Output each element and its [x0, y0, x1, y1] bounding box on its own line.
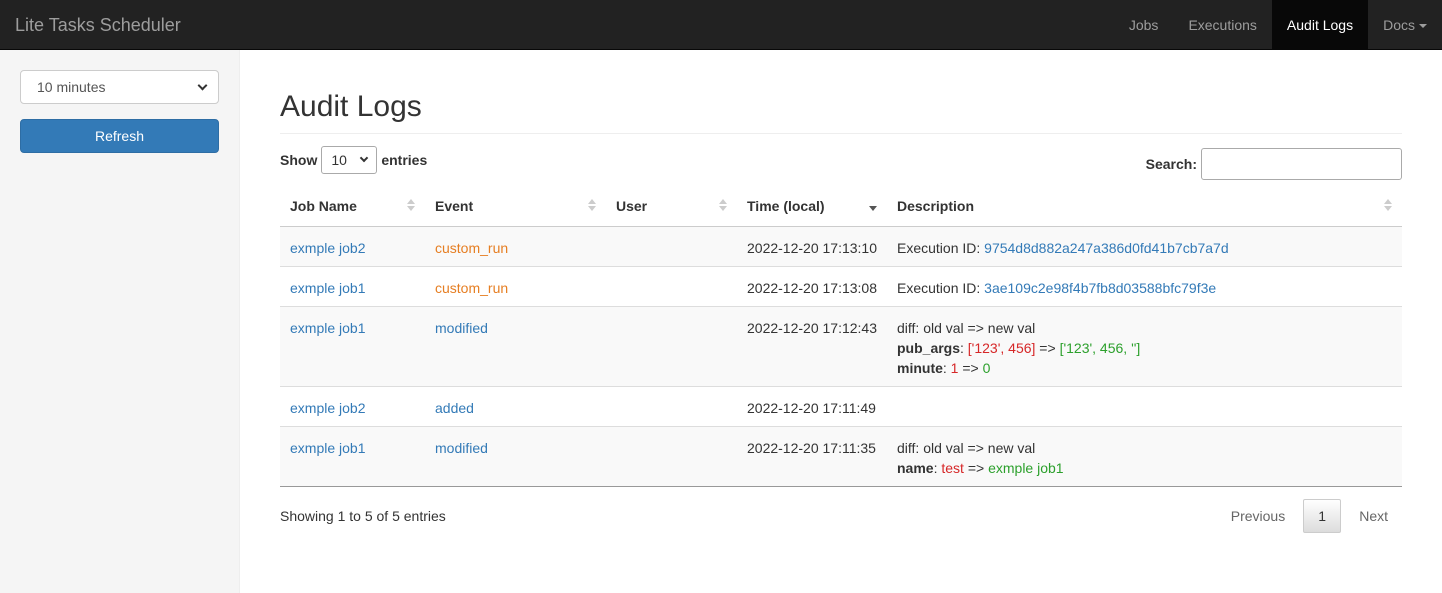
column-header-description[interactable]: Description: [887, 186, 1402, 227]
page-length-select[interactable]: 10: [321, 146, 378, 174]
table-row: exmple job1 modified 2022-12-20 17:11:35…: [280, 425, 1402, 487]
column-label: Event: [435, 197, 474, 214]
user-cell: [606, 425, 737, 487]
column-header-event[interactable]: Event: [425, 186, 606, 227]
description-cell: Execution ID: 9754d8d882a247a386d0fd41b7…: [887, 226, 1402, 266]
sort-icon: [588, 199, 596, 211]
execution-id-label: Execution ID:: [897, 239, 985, 256]
page-length-value: 10: [331, 152, 347, 168]
column-label: Description: [897, 197, 975, 214]
description-cell: diff: old val => new val name: test => e…: [887, 425, 1402, 487]
page-title: Audit Logs: [280, 90, 1402, 134]
column-label: Time (local): [747, 197, 825, 214]
caret-down-icon: [1419, 24, 1427, 29]
search-label: Search:: [1145, 156, 1197, 172]
table-row: exmple job1 modified 2022-12-20 17:12:43…: [280, 305, 1402, 386]
column-header-job-name[interactable]: Job Name: [280, 186, 425, 227]
job-name-link[interactable]: exmple job1: [290, 440, 366, 456]
diff-new-value: exmple job1: [988, 459, 1064, 476]
user-cell: [606, 226, 737, 266]
diff-header: diff: old val => new val: [897, 439, 1036, 456]
job-name-link[interactable]: exmple job2: [290, 400, 366, 416]
user-cell: [606, 265, 737, 306]
execution-id-label: Execution ID:: [897, 279, 985, 296]
column-header-user[interactable]: User: [606, 186, 737, 227]
next-page-button[interactable]: Next: [1345, 500, 1402, 532]
diff-line: minute: 1 => 0: [897, 359, 991, 376]
column-header-time[interactable]: Time (local): [737, 186, 887, 227]
column-label: User: [616, 197, 648, 214]
event-label: modified: [435, 319, 488, 336]
diff-line: pub_args: ['123', 456] => ['123', 456, '…: [897, 339, 1141, 356]
chevron-down-icon: [197, 80, 208, 90]
page-length-control: Show 10 entries: [280, 146, 427, 174]
time-cell: 2022-12-20 17:11:35: [737, 425, 887, 487]
search-control: Search:: [1146, 148, 1402, 180]
nav-item-jobs[interactable]: Jobs: [1114, 0, 1174, 49]
diff-line: name: test => exmple job1: [897, 459, 1064, 476]
sort-desc-icon: [869, 199, 877, 211]
table-row: exmple job2 custom_run 2022-12-20 17:13:…: [280, 226, 1402, 266]
navbar: Lite Tasks Scheduler Jobs Executions Aud…: [0, 0, 1442, 50]
chevron-down-icon: [360, 153, 369, 163]
user-cell: [606, 305, 737, 386]
sort-icon: [719, 199, 727, 211]
brand-title[interactable]: Lite Tasks Scheduler: [0, 0, 181, 49]
previous-page-button[interactable]: Previous: [1217, 500, 1299, 532]
diff-key: minute: [897, 359, 943, 376]
search-input[interactable]: [1201, 148, 1402, 180]
job-name-link[interactable]: exmple job2: [290, 240, 366, 256]
main-content: Audit Logs Show 10 entries Search: Job N…: [240, 50, 1442, 593]
diff-key: name: [897, 459, 934, 476]
time-cell: 2022-12-20 17:13:10: [747, 239, 877, 256]
refresh-interval-value: 10 minutes: [37, 79, 106, 95]
event-label: modified: [435, 439, 488, 456]
diff-old-value: test: [941, 459, 964, 476]
description-cell: Execution ID: 3ae109c2e98f4b7fb8d03588bf…: [887, 265, 1402, 306]
nav-menu: Jobs Executions Audit Logs Docs: [1114, 0, 1442, 49]
nav-item-audit-logs[interactable]: Audit Logs: [1271, 0, 1369, 49]
refresh-button[interactable]: Refresh: [20, 119, 219, 153]
execution-id-link[interactable]: 9754d8d882a247a386d0fd41b7cb7a7d: [984, 240, 1228, 256]
diff-key: pub_args: [897, 339, 961, 356]
nav-item-executions[interactable]: Executions: [1173, 0, 1271, 49]
time-cell: 2022-12-20 17:13:08: [737, 265, 887, 306]
table-row: exmple job1 custom_run 2022-12-20 17:13:…: [280, 265, 1402, 306]
job-name-link[interactable]: exmple job1: [290, 280, 366, 296]
job-name-link[interactable]: exmple job1: [290, 320, 366, 336]
sort-icon: [1384, 199, 1392, 211]
event-label: custom_run: [435, 239, 509, 256]
sort-icon: [407, 199, 415, 211]
column-label: Job Name: [290, 197, 357, 214]
table-header-row: Job Name Event User Time (local) Descrip…: [280, 186, 1402, 227]
show-label: Show: [280, 152, 318, 168]
refresh-interval-select[interactable]: 10 minutes: [20, 70, 219, 104]
time-cell: 2022-12-20 17:12:43: [737, 305, 887, 386]
page-button-current[interactable]: 1: [1303, 498, 1342, 533]
table-info: Showing 1 to 5 of 5 entries: [280, 507, 446, 524]
diff-header: diff: old val => new val: [897, 319, 1036, 336]
event-label: custom_run: [435, 279, 509, 296]
event-label: added: [435, 399, 474, 416]
diff-arrow: =>: [963, 459, 989, 476]
table-footer: Showing 1 to 5 of 5 entries Previous 1 N…: [280, 498, 1402, 533]
sidebar: 10 minutes Refresh: [0, 50, 240, 593]
description-cell: diff: old val => new val pub_args: ['123…: [887, 305, 1402, 386]
time-cell: 2022-12-20 17:11:49: [737, 385, 887, 426]
diff-new-value: 0: [982, 359, 991, 376]
table-controls: Show 10 entries Search:: [280, 144, 1402, 180]
nav-item-docs-label: Docs: [1383, 17, 1415, 33]
execution-id-link[interactable]: 3ae109c2e98f4b7fb8d03588bfc79f3e: [984, 280, 1216, 296]
entries-label: entries: [381, 152, 428, 168]
diff-old-value: ['123', 456]: [967, 339, 1036, 356]
diff-arrow: =>: [958, 359, 983, 376]
description-cell: [887, 385, 1402, 426]
audit-logs-table: Job Name Event User Time (local) Descrip…: [280, 186, 1402, 487]
diff-arrow: =>: [1035, 339, 1060, 356]
user-cell: [606, 385, 737, 426]
pagination: Previous 1 Next: [1217, 498, 1402, 533]
nav-item-docs[interactable]: Docs: [1368, 0, 1442, 49]
table-row: exmple job2 added 2022-12-20 17:11:49: [280, 385, 1402, 426]
diff-new-value: ['123', 456, '']: [1059, 339, 1141, 356]
